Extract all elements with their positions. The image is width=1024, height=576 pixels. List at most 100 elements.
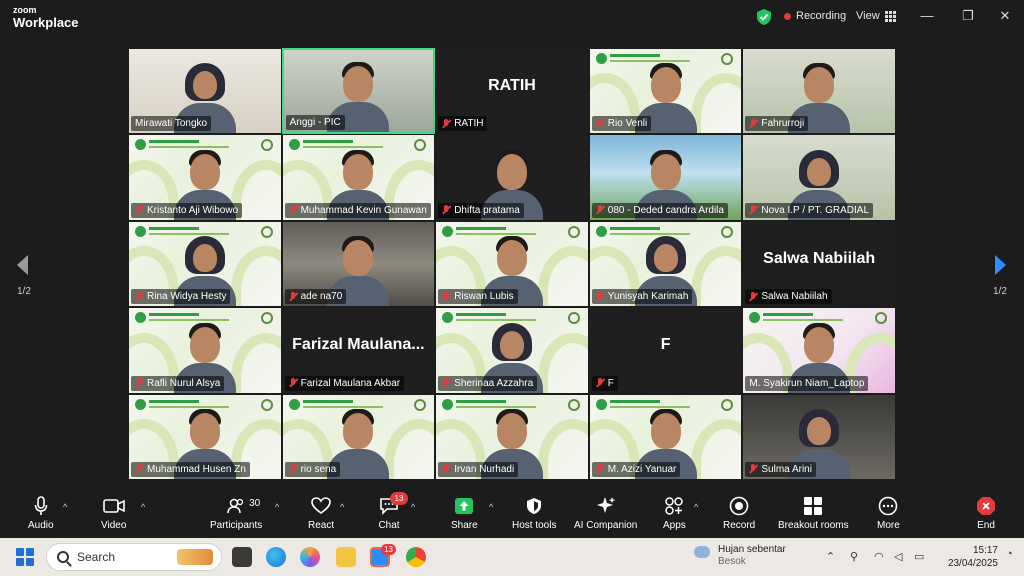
share-button[interactable]: Share: [451, 496, 478, 531]
participants-button[interactable]: 30 Participants: [210, 496, 262, 531]
restore-button[interactable]: ❐: [961, 9, 975, 23]
participant-tile[interactable]: RATIH RATIH: [435, 48, 589, 135]
shield-icon: [523, 496, 545, 516]
video-button[interactable]: Video: [101, 496, 126, 531]
copilot-icon[interactable]: [300, 547, 320, 567]
apps-button[interactable]: Apps: [663, 496, 686, 531]
edge-browser-icon[interactable]: [266, 547, 286, 567]
participant-tile[interactable]: Dhifta pratama: [435, 134, 589, 221]
language-icon[interactable]: ⚲: [850, 550, 858, 563]
host-tools-button[interactable]: Host tools: [512, 496, 556, 531]
participant-tile[interactable]: M. Syakirun Niam_Laptop: [742, 307, 896, 394]
participant-tile[interactable]: Yunisyah Karimah: [588, 220, 743, 308]
speaker-icon[interactable]: ◁: [894, 550, 902, 563]
participant-name: Rafli Nurul Alsya: [147, 377, 221, 389]
share-options-caret-icon[interactable]: ^: [489, 502, 493, 512]
more-button[interactable]: More: [877, 496, 900, 531]
breakout-rooms-button[interactable]: Breakout rooms: [778, 496, 849, 531]
background-arch-decoration: [537, 246, 588, 307]
participant-name: 080 - Deded candra Ardila: [607, 204, 724, 216]
participant-name-label: Muhammad Kevin Gunawan: [284, 202, 431, 218]
rain-cloud-icon: [694, 546, 710, 558]
windows-start-icon[interactable]: [16, 548, 34, 566]
audio-options-caret-icon[interactable]: ^: [63, 502, 67, 512]
meeting-toolbar: Audio ^ Video ^ 30 Participants ^ React …: [0, 490, 1024, 538]
participant-tile[interactable]: rio sena: [281, 393, 436, 480]
muted-microphone-icon: [135, 205, 143, 215]
video-options-caret-icon[interactable]: ^: [141, 502, 145, 512]
participant-tile[interactable]: Farizal Maulana... Farizal Maulana Akbar: [281, 307, 436, 394]
view-button[interactable]: View: [856, 10, 896, 22]
previous-page-arrow-icon[interactable]: [15, 254, 29, 276]
minimize-button[interactable]: —: [920, 9, 934, 23]
taskbar-search[interactable]: Search: [46, 543, 222, 571]
react-button[interactable]: React: [308, 496, 334, 531]
participant-tile[interactable]: Muhammad Kevin Gunawan: [281, 134, 436, 221]
participant-name: Mirawati Tongko: [135, 118, 208, 130]
participant-tile[interactable]: Sherinaa Azzahra: [435, 307, 589, 394]
muted-microphone-icon: [596, 378, 604, 388]
participants-options-caret-icon[interactable]: ^: [275, 502, 279, 512]
security-shield-icon[interactable]: [756, 8, 772, 26]
next-page-arrow-icon[interactable]: [994, 254, 1008, 276]
close-window-button[interactable]: ✕: [998, 9, 1012, 23]
microphone-icon: [30, 496, 52, 516]
participant-tile[interactable]: Mirawati Tongko: [128, 48, 282, 135]
participant-name: M. Syakirun Niam_Laptop: [749, 377, 865, 389]
participant-tile[interactable]: M. Azizi Yanuar: [588, 393, 743, 480]
view-label: View: [856, 10, 880, 22]
search-icon: [57, 551, 69, 563]
notification-bell-icon[interactable]: ◔: [1006, 548, 1013, 560]
participants-count: 30: [249, 498, 261, 509]
participant-tile[interactable]: FF: [588, 307, 743, 394]
weather-subtitle: Besok: [718, 556, 746, 567]
participant-tile[interactable]: Nova I.P / PT. GRADIAL: [742, 134, 896, 221]
share-screen-icon: [453, 496, 475, 516]
muted-microphone-icon: [596, 205, 604, 215]
participant-tile[interactable]: Rafli Nurul Alsya: [128, 307, 282, 394]
participant-tile[interactable]: Riswan Lubis: [435, 220, 589, 308]
task-view-icon[interactable]: [232, 547, 252, 567]
ai-companion-button[interactable]: AI Companion: [574, 496, 637, 531]
participant-tile[interactable]: Rio Venli: [588, 48, 743, 135]
participant-tile[interactable]: Anggi - PIC: [281, 48, 436, 135]
participant-name-label: Salwa Nabiilah: [745, 289, 832, 305]
participant-tile[interactable]: Kristanto Aji Wibowo: [128, 134, 282, 221]
wifi-icon[interactable]: ◠: [874, 550, 884, 563]
participant-tile[interactable]: ade na70: [281, 220, 436, 308]
participant-tile[interactable]: 080 - Deded candra Ardila: [588, 134, 743, 221]
participant-tile[interactable]: Irvan Nurhadi: [435, 393, 589, 480]
battery-icon[interactable]: ▭: [914, 550, 924, 563]
participant-name-label: Fahrurroji: [745, 116, 809, 132]
react-options-caret-icon[interactable]: ^: [340, 502, 344, 512]
taskbar-clock[interactable]: 15:17 23/04/2025: [944, 544, 998, 570]
search-highlight-icon: [177, 549, 213, 565]
participant-name-label: Kristanto Aji Wibowo: [131, 202, 243, 218]
breakout-rooms-icon: [802, 496, 824, 516]
participant-tile[interactable]: Muhammad Husen Zn: [128, 393, 282, 480]
participant-tile[interactable]: Sulma Arini: [742, 393, 896, 480]
recording-indicator[interactable]: Recording: [784, 10, 846, 22]
chat-options-caret-icon[interactable]: ^: [411, 502, 415, 512]
muted-microphone-icon: [135, 464, 143, 474]
tray-overflow-chevron-icon[interactable]: ⌃: [826, 550, 835, 563]
end-meeting-button[interactable]: End: [975, 496, 997, 531]
share-label: Share: [451, 520, 478, 531]
participant-tile[interactable]: Salwa Nabiilah Salwa Nabiilah: [742, 220, 896, 308]
audio-button[interactable]: Audio: [28, 496, 54, 531]
participant-tile[interactable]: Fahrurroji: [742, 48, 896, 135]
weather-widget[interactable]: Hujan sebentar Besok: [694, 544, 786, 568]
participant-display-name: F: [660, 336, 671, 354]
chrome-browser-icon[interactable]: [406, 547, 426, 567]
zoom-taskbar-icon[interactable]: 13: [370, 544, 396, 567]
record-button[interactable]: Record: [723, 496, 755, 531]
apps-options-caret-icon[interactable]: ^: [694, 502, 698, 512]
muted-microphone-icon: [442, 118, 450, 129]
muted-microphone-icon: [289, 205, 297, 215]
file-explorer-icon[interactable]: [336, 547, 356, 567]
windows-taskbar: Search 13 Hujan sebentar Besok ⌃ ⚲ ◠ ◁ ▭…: [0, 538, 1024, 576]
background-arch-decoration: [537, 418, 588, 479]
participant-tile[interactable]: Rina Widya Hesty: [128, 220, 282, 308]
chat-button[interactable]: 13 Chat: [378, 492, 408, 531]
muted-microphone-icon: [442, 205, 450, 215]
